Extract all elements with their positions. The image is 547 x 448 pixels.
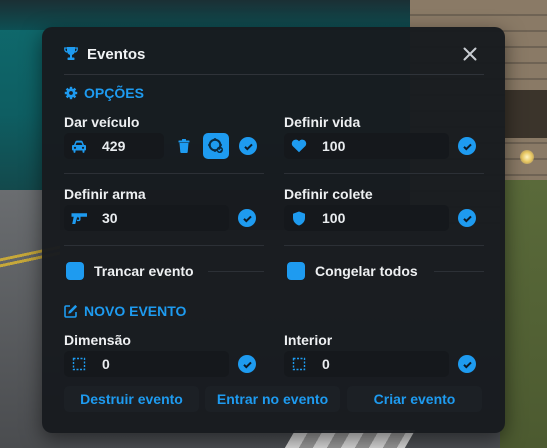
background-window [505,90,547,138]
edit-icon [64,304,78,318]
dimensao-confirm-button[interactable] [238,355,256,373]
check-icon [243,143,253,151]
background-grass [500,180,547,448]
section-opcoes-heading: OPÇÕES [84,85,144,101]
section-novo-evento: NOVO EVENTO [64,302,186,320]
entrar-no-evento-button[interactable]: Entrar no evento [205,386,340,412]
section-opcoes: OPÇÕES [64,84,144,102]
car-icon [70,138,88,154]
divider [64,245,264,246]
trancar-evento-checkbox[interactable] [66,262,84,280]
dimensao-label: Dimensão [64,332,131,348]
check-icon [462,143,472,151]
dimensao-value: 0 [102,356,110,372]
divider [284,173,484,174]
check-icon [242,361,252,369]
vehicle-settings-button[interactable] [203,133,229,159]
trash-button[interactable] [175,135,193,157]
divider [284,245,484,246]
check-icon [242,215,252,223]
background-street-lamp [520,150,534,164]
background-roof [0,0,410,30]
trash-icon [178,139,190,153]
definir-arma-field[interactable]: 30 [64,205,229,231]
definir-arma-value: 30 [102,210,118,226]
interior-label: Interior [284,332,333,348]
gun-icon [70,210,88,226]
criar-evento-button[interactable]: Criar evento [347,386,482,412]
panel-title: Eventos [87,46,146,63]
definir-vida-value: 100 [322,138,346,154]
panel-header: Eventos [42,27,505,75]
definir-arma-confirm-button[interactable] [238,209,256,227]
definir-colete-confirm-button[interactable] [458,209,476,227]
trancar-evento-label: Trancar evento [94,263,194,279]
dar-veiculo-value: 429 [102,138,126,154]
trophy-icon [64,47,78,60]
dimension-icon [290,356,308,372]
definir-vida-label: Definir vida [284,114,361,130]
interior-field[interactable]: 0 [284,351,449,377]
congelar-todos-label: Congelar todos [315,263,418,279]
events-panel: Eventos OPÇÕES Dar veículo 429 Definir v… [42,27,505,433]
definir-arma-label: Definir arma [64,186,146,202]
shield-icon [290,210,308,226]
dimensao-field[interactable]: 0 [64,351,229,377]
gear-icon [64,86,78,100]
definir-colete-label: Definir colete [284,186,373,202]
section-novo-evento-heading: NOVO EVENTO [84,303,187,319]
definir-vida-confirm-button[interactable] [458,137,476,155]
congelar-todos-checkbox[interactable] [287,262,305,280]
dar-veiculo-label: Dar veículo [64,114,140,130]
definir-vida-field[interactable]: 100 [284,133,449,159]
check-icon [462,215,472,223]
definir-colete-field[interactable]: 100 [284,205,449,231]
trancar-evento-track [208,271,264,272]
heart-icon [290,138,308,154]
vehicle-settings-icon [208,138,223,153]
dimension-icon [70,356,88,372]
definir-colete-value: 100 [322,210,346,226]
check-icon [462,361,472,369]
dar-veiculo-field[interactable]: 429 [64,133,164,159]
dar-veiculo-confirm-button[interactable] [239,137,257,155]
close-icon[interactable] [462,46,478,62]
interior-value: 0 [322,356,330,372]
congelar-todos-track [434,271,484,272]
divider [64,173,264,174]
destruir-evento-button[interactable]: Destruir evento [64,386,199,412]
interior-confirm-button[interactable] [458,355,476,373]
header-divider [64,74,484,75]
